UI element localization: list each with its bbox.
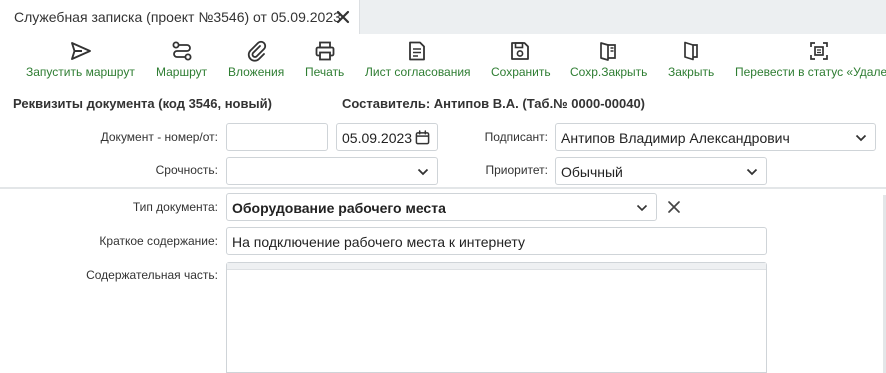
urgency-label: Срочность: [155, 163, 218, 177]
save-label: Сохранить [491, 65, 551, 79]
doc-number-label: Документ - номер/от: [100, 130, 218, 144]
section-divider [0, 187, 886, 189]
editor-toolbar [227, 263, 766, 270]
print-label: Печать [305, 65, 345, 79]
attachments-button[interactable]: Вложения [226, 34, 288, 84]
priority-label: Приоритет: [485, 163, 548, 177]
requisites-heading: Реквизиты документа (код 3546, новый) [13, 96, 272, 111]
approval-sheet-label: Лист согласования [365, 65, 471, 79]
summary-value: На подключение рабочего места к интернет… [232, 234, 525, 250]
summary-label: Краткое содержание: [99, 234, 218, 248]
doc-date-field[interactable]: 05.09.2023 [336, 123, 438, 151]
document-tab[interactable]: Служебная записка (проект №3546) от 05.0… [0, 0, 360, 34]
send-icon [71, 42, 91, 60]
print-button[interactable]: Печать [303, 34, 349, 84]
doc-number-field[interactable] [226, 123, 328, 151]
chevron-down-icon [746, 168, 758, 176]
attachments-label: Вложения [228, 65, 285, 79]
close-button[interactable]: Закрыть [666, 34, 718, 84]
route-label: Маршрут [156, 65, 208, 79]
save-close-button[interactable]: Сохр.Закрыть [568, 34, 652, 84]
signer-label: Подписант: [484, 130, 548, 144]
doc-type-label: Тип документа: [132, 200, 218, 214]
close-label: Закрыть [668, 65, 715, 79]
start-route-label: Запустить маршрут [26, 65, 135, 79]
toolbar: Запустить маршрут Маршрут Вложения Печат… [0, 34, 886, 84]
signer-value: Антипов Владимир Александрович [561, 130, 790, 146]
chevron-down-icon [636, 204, 648, 212]
paperclip-icon [247, 40, 267, 62]
calendar-icon[interactable] [415, 130, 430, 145]
content-label: Содержательная часть: [86, 268, 218, 282]
route-button[interactable]: Маршрут [154, 34, 212, 84]
change-status-button[interactable]: Перевести в статус «Удален [733, 34, 886, 84]
save-close-label: Сохр.Закрыть [570, 65, 648, 79]
doc-type-value: Оборудование рабочего места [232, 200, 446, 216]
signer-select[interactable]: Антипов Владимир Александрович [555, 123, 876, 151]
route-icon [172, 41, 192, 61]
chevron-down-icon [417, 168, 429, 176]
summary-input[interactable]: На подключение рабочего места к интернет… [226, 227, 767, 255]
close-book-icon [684, 41, 698, 61]
tab-title: Служебная записка (проект №3546) от 05.0… [14, 9, 341, 25]
approval-sheet-button[interactable]: Лист согласования [363, 34, 475, 84]
save-close-icon [600, 42, 616, 61]
printer-icon [315, 41, 335, 61]
priority-value: Обычный [561, 164, 623, 180]
doc-date-value: 05.09.2023 [342, 130, 413, 146]
doc-type-select[interactable]: Оборудование рабочего места [226, 193, 657, 221]
close-icon[interactable] [335, 9, 351, 25]
status-change-icon [810, 42, 828, 60]
start-route-button[interactable]: Запустить маршрут [24, 34, 140, 84]
save-icon [511, 42, 529, 60]
change-status-label: Перевести в статус «Удален [735, 65, 886, 79]
tab-bar: Служебная записка (проект №3546) от 05.0… [0, 0, 886, 34]
approval-sheet-icon [409, 41, 425, 61]
save-button[interactable]: Сохранить [489, 34, 555, 84]
author-heading: Составитель: Антипов В.А. (Таб.№ 0000-00… [342, 96, 646, 111]
urgency-select[interactable] [226, 157, 438, 185]
clear-icon[interactable] [667, 200, 681, 214]
chevron-down-icon [855, 134, 867, 142]
content-editor[interactable] [226, 262, 767, 373]
priority-select[interactable]: Обычный [555, 157, 767, 185]
